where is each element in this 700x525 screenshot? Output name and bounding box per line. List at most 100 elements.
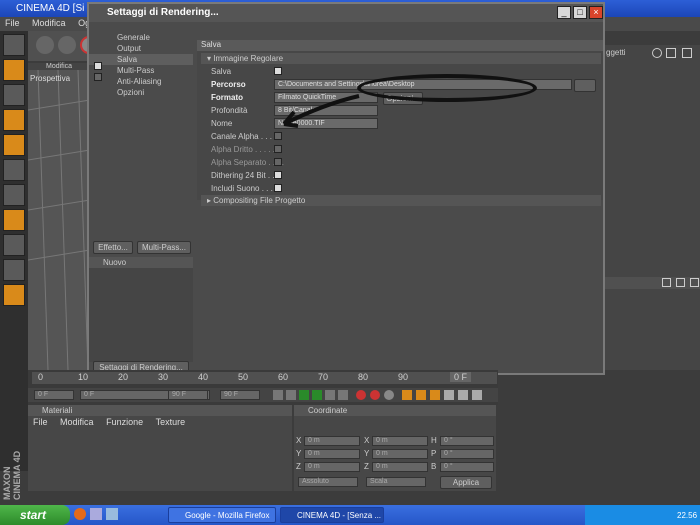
rot-h-field[interactable]: 0 ° [440,436,494,446]
lock-icon[interactable] [662,278,671,287]
manager-new-icon[interactable] [682,48,692,58]
close-button[interactable]: × [589,6,603,19]
size-x-field[interactable]: 0 m [372,436,428,446]
pos-x-field[interactable]: 0 m [304,436,360,446]
salva-enable-checkbox[interactable] [274,67,282,75]
rot-h-label: H [431,436,437,445]
keyframe-icon[interactable] [384,390,394,400]
browse-button[interactable] [574,79,596,92]
tweak-mode-icon[interactable] [3,234,25,256]
multipass-checkbox[interactable] [94,73,102,81]
next-frame-icon[interactable] [325,390,335,400]
nav-antialiasing[interactable]: Anti-Aliasing [89,76,193,87]
search-icon[interactable] [652,48,662,58]
size-z-label: Z [364,462,369,471]
alpha-separato-checkbox[interactable] [274,158,282,166]
start-button[interactable]: start [0,505,70,525]
redo-icon[interactable] [58,36,76,54]
size-z-field[interactable]: 0 m [372,462,428,472]
alpha-dritto-checkbox[interactable] [274,145,282,153]
nav-output[interactable]: Output [89,43,193,54]
polygons-mode-icon[interactable] [3,159,25,181]
texture-mode-icon[interactable] [3,184,25,206]
viewport[interactable] [27,69,91,371]
attributes-icon[interactable] [676,278,685,287]
start-frame-field[interactable]: 0 F [34,390,74,400]
record-icon[interactable] [356,390,366,400]
prev-frame-icon[interactable] [286,390,296,400]
profondita-label: Profondità [211,106,248,115]
effetto-button[interactable]: Effetto... [93,241,133,254]
desktop-quicklaunch-icon[interactable] [106,508,118,520]
tick-40: 40 [198,372,209,382]
param-key-icon[interactable] [444,390,454,400]
maximize-button[interactable]: □ [573,6,587,19]
coord-mode-select[interactable]: Assoluto [298,477,358,487]
rotate-key-icon[interactable] [430,390,440,400]
tick-10: 10 [78,372,89,382]
rot-p-field[interactable]: 0 ° [440,449,494,459]
render-settings-dialog: Settaggi di Rendering... _ □ × Generale … [87,2,605,375]
nav-generale[interactable]: Generale [89,32,193,43]
menu-file[interactable]: File [0,17,25,29]
left-toolbar [0,31,28,471]
nav-multipass[interactable]: Multi-Pass [89,65,193,76]
task-cinema4d[interactable]: CINEMA 4D - [Senza ... [280,507,384,523]
apply-button[interactable]: Applica [440,476,492,489]
compositing-section[interactable]: ▸ Compositing File Progetto [201,195,601,206]
salva-checkbox[interactable] [94,62,102,70]
app-title: CINEMA 4D [Si [16,3,85,14]
minimize-button[interactable]: _ [557,6,571,19]
multipass-button[interactable]: Multi-Pass... [137,241,191,254]
menu-key-icon[interactable] [472,390,482,400]
size-y-field[interactable]: 0 m [372,449,428,459]
preview-end-field[interactable]: 90 F [168,390,208,400]
immagine-regolare-section[interactable]: ▾ Immagine Regolare [201,53,601,64]
dithering-checkbox[interactable] [274,171,282,179]
pla-key-icon[interactable] [458,390,468,400]
nav-opzioni[interactable]: Opzioni [89,87,193,98]
menu-modifica[interactable]: Modifica [27,17,71,29]
rot-b-field[interactable]: 0 ° [440,462,494,472]
go-end-icon[interactable] [338,390,348,400]
undo-icon[interactable] [36,36,54,54]
points-mode-icon[interactable] [3,109,25,131]
task-firefox[interactable]: Google - Mozilla Firefox [168,507,276,523]
end-frame-field[interactable]: 90 F [220,390,260,400]
scale-mode-select[interactable]: Scala [366,477,426,487]
object-mode-icon[interactable] [3,84,25,106]
includi-suono-checkbox[interactable] [274,184,282,192]
mat-menu-modifica[interactable]: Modifica [55,416,99,428]
mat-menu-funzione[interactable]: Funzione [101,416,148,428]
transport-bar: 0 F 0 F 90 F 90 F [28,388,498,402]
object-manager: ggetti [604,45,700,370]
snap-icon[interactable] [3,259,25,281]
home-icon[interactable] [666,48,676,58]
play-back-icon[interactable] [299,390,309,400]
timeline-scale[interactable]: 0 10 20 30 40 50 60 70 80 90 0 F [32,372,497,384]
go-start-icon[interactable] [273,390,283,400]
mat-menu-file[interactable]: File [28,416,53,428]
tick-30: 30 [158,372,169,382]
multipass-list-item[interactable]: Nuovo [89,257,193,268]
undo-view-icon[interactable] [3,34,25,56]
firefox-quicklaunch-icon[interactable] [74,508,86,520]
ie-quicklaunch-icon[interactable] [90,508,102,520]
move-key-icon[interactable] [402,390,412,400]
mat-menu-texture[interactable]: Texture [151,416,191,428]
autokey-icon[interactable] [370,390,380,400]
deform-icon[interactable] [3,284,25,306]
attributes-new-icon[interactable] [690,278,699,287]
materials-title: Materiali [28,405,292,416]
scale-key-icon[interactable] [416,390,426,400]
pos-z-field[interactable]: 0 m [304,462,360,472]
play-icon[interactable] [312,390,322,400]
edges-mode-icon[interactable] [3,134,25,156]
nav-salva[interactable]: Salva [89,54,193,65]
pos-y-field[interactable]: 0 m [304,449,360,459]
axis-mode-icon[interactable] [3,209,25,231]
model-mode-icon[interactable] [3,59,25,81]
tick-0: 0 [38,372,44,382]
object-manager-label: ggetti [606,48,626,57]
current-frame[interactable]: 0 F [450,372,472,382]
